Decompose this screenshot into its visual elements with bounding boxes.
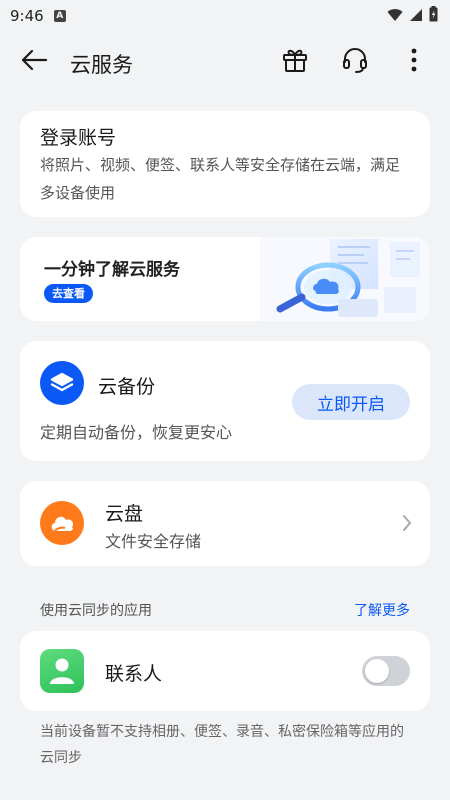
page-title: 云服务 [70,53,133,77]
app-bar: 云服务 [0,36,450,88]
promo-view-button[interactable]: 去查看 [44,284,93,303]
gift-icon [281,46,309,78]
cloud-magnifier-illustration [260,237,430,321]
status-icons [387,6,438,26]
login-title: 登录账号 [40,127,117,149]
cloud-backup-card: 云备份 立即开启 定期自动备份，恢复更安心 [20,341,430,461]
toggle-knob [365,659,389,683]
headset-icon [341,46,369,78]
status-bar: 9:46 A [0,0,450,32]
promo-card[interactable]: 一分钟了解云服务 去查看 [20,237,430,321]
back-button[interactable] [18,48,50,76]
cloud-icon [40,501,84,545]
cloud-backup-title: 云备份 [98,376,156,398]
cloud-drive-card[interactable]: 云盘 文件安全存储 [20,481,430,566]
login-card[interactable]: 登录账号 将照片、视频、便签、联系人等安全存储在云端，满足多设备使用 [20,111,430,217]
enable-backup-button[interactable]: 立即开启 [292,384,410,420]
contacts-icon [40,649,84,693]
notification-icon: A [53,10,66,22]
more-button[interactable] [398,46,430,78]
signal-icon [409,7,423,26]
sync-section-header: 使用云同步的应用 [40,603,152,619]
cloud-drive-description: 文件安全存储 [105,532,202,551]
contacts-sync-row: 联系人 [20,631,430,711]
gift-button[interactable] [279,46,311,78]
status-time: 9:46 [10,7,44,25]
layers-icon [40,361,84,405]
login-description: 将照片、视频、便签、联系人等安全存储在云端，满足多设备使用 [40,156,401,202]
battery-icon [429,6,438,26]
chevron-right-icon [402,514,412,536]
contacts-label: 联系人 [105,663,163,685]
wifi-icon [387,7,403,26]
customer-service-button[interactable] [339,46,371,78]
cloud-backup-description: 定期自动备份，恢复更安心 [40,423,233,442]
promo-title: 一分钟了解云服务 [44,260,180,280]
cloud-drive-title: 云盘 [105,503,144,525]
contacts-sync-toggle[interactable] [362,656,410,686]
more-vert-icon [411,48,417,76]
back-arrow-icon [20,49,48,75]
sync-footer-note: 当前设备暂不支持相册、便签、录音、私密保险箱等应用的云同步 [40,724,404,766]
learn-more-link[interactable]: 了解更多 [354,600,410,620]
